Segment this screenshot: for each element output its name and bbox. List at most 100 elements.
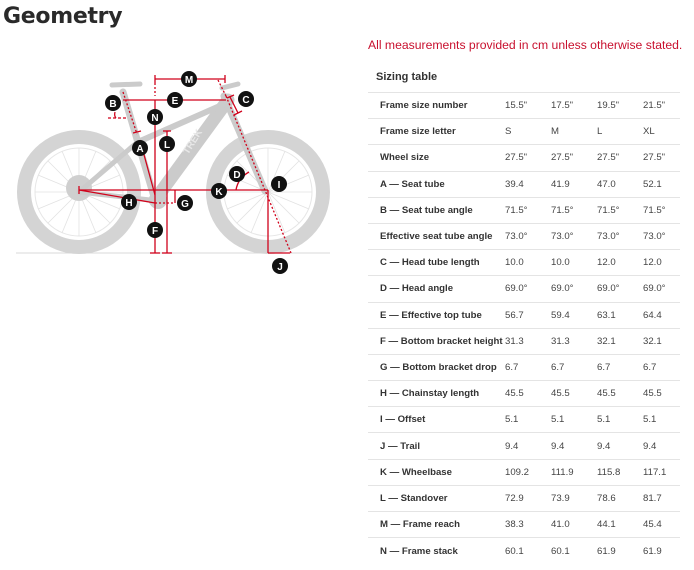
cell-value: 109.2 [505, 466, 530, 478]
cell-value: 69.0° [643, 283, 666, 295]
row-label: G — Bottom bracket drop [380, 361, 497, 373]
cell-value: 71.5° [505, 204, 528, 216]
table-row: C — Head tube length 10.0 10.0 12.0 12.0 [368, 249, 680, 276]
cell-value: 59.4 [551, 309, 570, 321]
cell-value: 27.5" [505, 152, 528, 164]
row-label: F — Bottom bracket height [380, 335, 503, 347]
cell-value: 73.9 [551, 492, 570, 504]
cell-value: 10.0 [551, 257, 570, 269]
cell-value: 115.8 [597, 466, 621, 478]
marker-h-icon: H [121, 194, 137, 210]
table-row: M — Frame reach 38.3 41.0 44.1 45.4 [368, 511, 680, 538]
row-label: C — Head tube length [380, 257, 480, 269]
cell-value: 63.1 [597, 309, 616, 321]
marker-e-icon: E [167, 92, 183, 108]
cell-value: 47.0 [597, 178, 616, 190]
row-label: Frame size number [380, 100, 468, 112]
cell-value: 60.1 [551, 545, 570, 557]
cell-value: 52.1 [643, 178, 662, 190]
table-row: J — Trail 9.4 9.4 9.4 9.4 [368, 432, 680, 459]
table-row: I — Offset 5.1 5.1 5.1 5.1 [368, 406, 680, 433]
cell-value: 5.1 [643, 414, 657, 426]
cell-value: 9.4 [597, 440, 611, 452]
row-label: N — Frame stack [380, 545, 458, 557]
svg-text:I: I [278, 180, 281, 191]
marker-d-icon: D [229, 166, 245, 182]
svg-text:J: J [277, 262, 283, 273]
cell-value: 45.5 [643, 388, 662, 400]
cell-value: 117.1 [643, 466, 667, 478]
marker-a-icon: A [132, 140, 148, 156]
marker-c-icon: C [238, 91, 254, 107]
cell-value: 12.0 [597, 257, 616, 269]
cell-value: 27.5" [643, 152, 666, 164]
cell-value: 73.0° [597, 231, 620, 243]
cell-value: 19.5" [597, 100, 620, 112]
cell-value: M [551, 126, 559, 138]
cell-value: 5.1 [551, 414, 565, 426]
cell-value: 9.4 [551, 440, 565, 452]
svg-text:G: G [181, 199, 189, 210]
cell-value: 5.1 [597, 414, 611, 426]
marker-k-icon: K [211, 183, 227, 199]
cell-value: 21.5" [643, 100, 666, 112]
table-row: H — Chainstay length 45.5 45.5 45.5 45.5 [368, 380, 680, 407]
row-label: L — Standover [380, 492, 448, 504]
cell-value: 73.0° [643, 231, 666, 243]
row-label: M — Frame reach [380, 519, 460, 531]
table-row: B — Seat tube angle 71.5° 71.5° 71.5° 71.5° [368, 197, 680, 223]
svg-text:D: D [233, 170, 240, 181]
cell-value: 72.9 [505, 492, 524, 504]
cell-value: 69.0° [597, 283, 620, 295]
svg-text:A: A [136, 144, 143, 155]
sizing-table-section: Sizing table Frame size number 15.5" 17.5"… [368, 66, 680, 564]
cell-value: 32.1 [643, 335, 662, 347]
cell-value: 71.5° [643, 204, 666, 216]
cell-value: 78.6 [597, 492, 616, 504]
cell-value: XL [643, 126, 655, 138]
cell-value: 69.0° [551, 283, 574, 295]
marker-f-icon: F [147, 222, 163, 238]
table-row: K — Wheelbase 109.2 111.9 115.8 117.1 [368, 459, 680, 485]
cell-value: 27.5" [597, 152, 620, 164]
table-row: E — Effective top tube 56.7 59.4 63.1 64.4 [368, 302, 680, 328]
table-row: A — Seat tube 39.4 41.9 47.0 52.1 [368, 171, 680, 197]
cell-value: 27.5" [551, 152, 574, 164]
cell-value: 15.5" [505, 100, 528, 112]
cell-value: 45.5 [551, 388, 570, 400]
table-row: Wheel size 27.5" 27.5" 27.5" 27.5" [368, 144, 680, 171]
cell-value: 111.9 [551, 466, 574, 478]
units-notice: All measurements provided in cm unless o… [368, 38, 683, 52]
cell-value: 44.1 [597, 519, 616, 531]
row-label: H — Chainstay length [380, 388, 480, 400]
table-row: Frame size number 15.5" 17.5" 19.5" 21.5" [368, 92, 680, 119]
cell-value: 6.7 [643, 361, 657, 373]
row-label: I — Offset [380, 414, 426, 426]
cell-value: 45.5 [597, 388, 616, 400]
sizing-table: Frame size number 15.5" 17.5" 19.5" 21.5" Fra… [368, 92, 680, 564]
table-row: Effective seat tube angle 73.0° 73.0° 73.0°… [368, 223, 680, 249]
cell-value: 39.4 [505, 178, 524, 190]
marker-m-icon: M [181, 71, 197, 87]
row-label: J — Trail [380, 440, 420, 452]
row-label: A — Seat tube [380, 178, 445, 190]
cell-value: 31.3 [505, 335, 524, 347]
row-label: E — Effective top tube [380, 309, 482, 321]
svg-text:N: N [151, 113, 158, 124]
page-title: Geometry [3, 4, 123, 29]
table-row: G — Bottom bracket drop 6.7 6.7 6.7 6.7 [368, 354, 680, 380]
cell-value: 73.0° [551, 231, 574, 243]
svg-text:F: F [152, 226, 158, 237]
svg-text:E: E [172, 96, 179, 107]
cell-value: 41.9 [551, 178, 570, 190]
cell-value: 41.0 [551, 519, 570, 531]
cell-value: 45.5 [505, 388, 524, 400]
svg-text:M: M [185, 75, 193, 86]
cell-value: 56.7 [505, 309, 524, 321]
cell-value: L [597, 126, 603, 138]
cell-value: 60.1 [505, 545, 524, 557]
table-row: D — Head angle 69.0° 69.0° 69.0° 69.0° [368, 275, 680, 302]
cell-value: 10.0 [505, 257, 524, 269]
svg-text:L: L [164, 140, 170, 151]
row-label: Effective seat tube angle [380, 231, 493, 243]
